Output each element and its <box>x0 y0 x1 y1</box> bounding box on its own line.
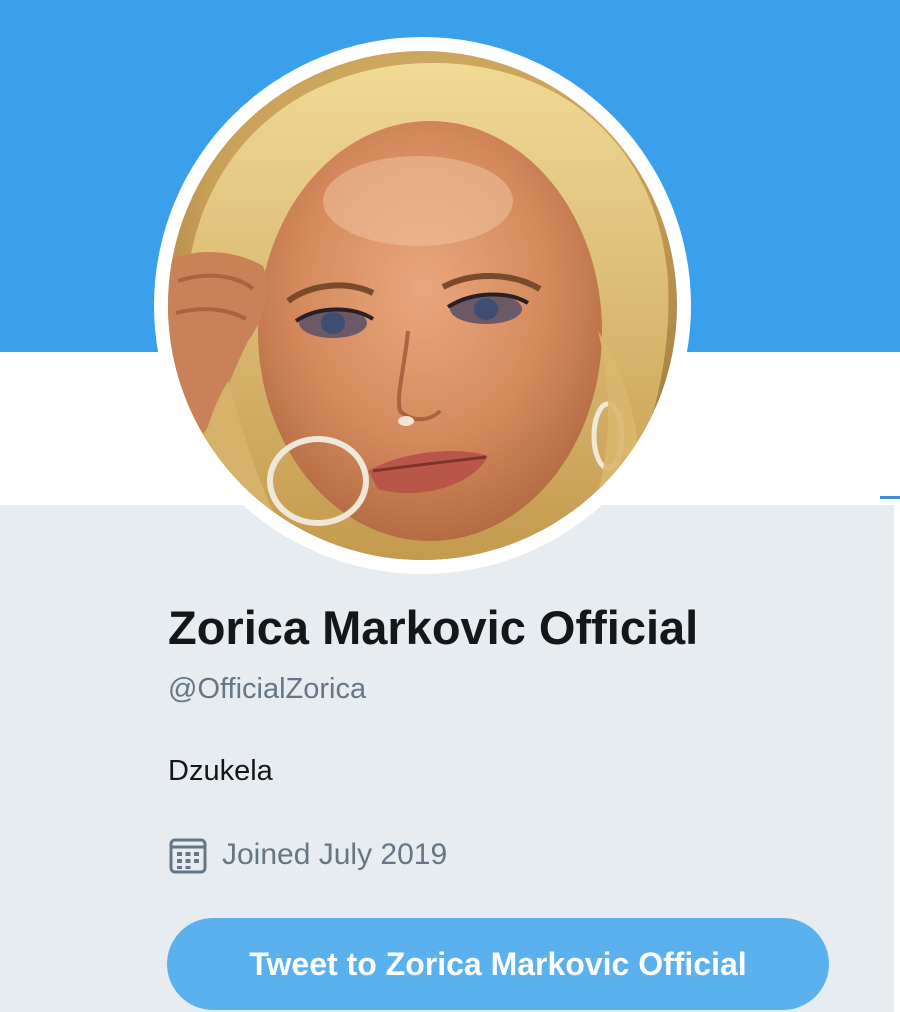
profile-bio: Dzukela <box>168 755 273 787</box>
calendar-icon <box>168 835 208 875</box>
tweet-to-button[interactable]: Tweet to Zorica Markovic Official <box>167 918 829 1010</box>
joined-label: Joined July 2019 <box>222 838 448 871</box>
card-edge <box>894 498 900 1012</box>
profile-page: Zorica Markovic Official @OfficialZorica… <box>0 0 900 1012</box>
avatar[interactable] <box>168 51 677 560</box>
card-edge-accent <box>880 496 900 499</box>
display-name: Zorica Markovic Official <box>168 601 699 654</box>
joined-date: Joined July 2019 <box>168 833 447 877</box>
user-handle[interactable]: @OfficialZorica <box>168 673 366 706</box>
avatar-photo <box>168 51 677 560</box>
